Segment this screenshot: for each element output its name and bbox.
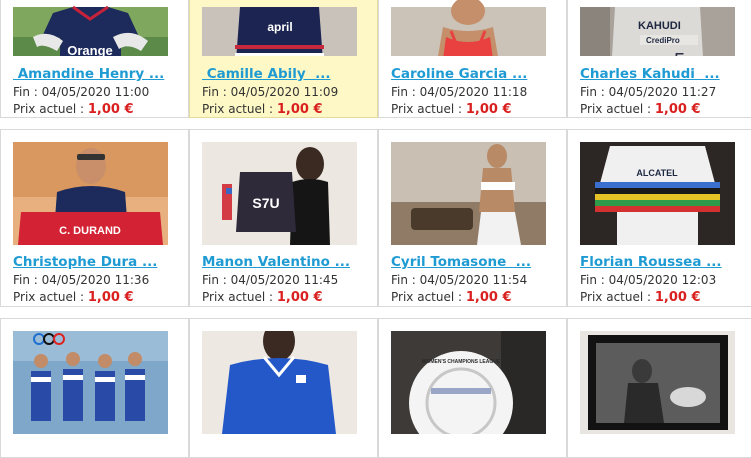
end-value: 04/05/2020 11:27: [608, 85, 717, 99]
auction-card[interactable]: C. DURAND Christophe Dura ... Fin : 04/0…: [0, 129, 189, 307]
current-price: Prix actuel : 1,00 €: [580, 290, 701, 305]
end-value: 04/05/2020 11:45: [230, 273, 339, 287]
athlete-photo[interactable]: [391, 0, 546, 56]
end-label: Fin :: [391, 273, 420, 287]
auction-card[interactable]: Orange Amandine Henry ... Fin : 04/05/20…: [0, 0, 189, 118]
end-label: Fin :: [391, 85, 420, 99]
man-with-jersey-photo[interactable]: C. DURAND: [13, 142, 168, 245]
price-label: Prix actuel :: [202, 102, 277, 116]
auction-card[interactable]: Cyril Tomasone ... Fin : 04/05/2020 11:5…: [378, 129, 567, 307]
price-value: 1,00 €: [87, 290, 134, 305]
auction-card[interactable]: Caroline Garcia ... Fin : 04/05/2020 11:…: [378, 0, 567, 118]
current-price: Prix actuel : 1,00 €: [13, 102, 134, 117]
end-label: Fin :: [202, 85, 231, 99]
end-value: 04/05/2020 11:18: [419, 85, 528, 99]
auction-title-link[interactable]: Cyril Tomasone ...: [391, 254, 531, 270]
photo-caption: KAHUDI: [638, 20, 681, 32]
end-date: Fin : 04/05/2020 11:45: [202, 273, 338, 287]
auction-card[interactable]: WOMEN'S CHAMPIONS LEAGUE: [378, 318, 567, 458]
end-value: 04/05/2020 11:00: [41, 85, 150, 99]
cycling-jersey-photo[interactable]: ALCATEL: [580, 142, 735, 245]
auction-card[interactable]: ALCATEL Florian Roussea ... Fin : 04/05/…: [567, 129, 751, 307]
auction-title-link[interactable]: Camille Abily ...: [202, 66, 331, 82]
price-value: 1,00 €: [654, 102, 701, 117]
end-date: Fin : 04/05/2020 11:00: [13, 85, 149, 99]
end-date: Fin : 04/05/2020 12:03: [580, 273, 716, 287]
auction-title-link[interactable]: Florian Roussea ...: [580, 254, 722, 270]
auction-title-link[interactable]: Manon Valentino ...: [202, 254, 350, 270]
price-label: Prix actuel :: [580, 102, 655, 116]
end-date: Fin : 04/05/2020 11:18: [391, 85, 527, 99]
auction-card[interactable]: KAHUDI CrediPro 5 Charles Kahudi ... Fin…: [567, 0, 751, 118]
jersey-photo[interactable]: april: [202, 0, 357, 56]
end-value: 04/05/2020 11:54: [419, 273, 528, 287]
photo-caption: april: [267, 20, 292, 34]
end-label: Fin :: [13, 85, 42, 99]
photo-caption: C. DURAND: [59, 225, 121, 237]
photo-caption: Orange: [67, 43, 113, 56]
auction-card[interactable]: [0, 318, 189, 458]
current-price: Prix actuel : 1,00 €: [391, 290, 512, 305]
price-value: 1,00 €: [465, 290, 512, 305]
woman-with-jersey-photo[interactable]: S7U: [202, 142, 357, 245]
end-label: Fin :: [13, 273, 42, 287]
end-date: Fin : 04/05/2020 11:36: [13, 273, 149, 287]
framed-rugby-photo[interactable]: [580, 331, 735, 434]
price-value: 1,00 €: [276, 290, 323, 305]
auction-card[interactable]: [567, 318, 751, 458]
basketball-jersey-photo[interactable]: KAHUDI CrediPro 5: [580, 0, 735, 56]
svg-text:CrediPro: CrediPro: [646, 36, 680, 45]
french-jersey-photo[interactable]: [202, 331, 357, 434]
price-label: Prix actuel :: [391, 290, 466, 304]
price-value: 1,00 €: [654, 290, 701, 305]
price-label: Prix actuel :: [13, 102, 88, 116]
auction-card[interactable]: april Camille Abily ... Fin : 04/05/2020…: [189, 0, 378, 118]
price-label: Prix actuel :: [391, 102, 466, 116]
football-photo[interactable]: WOMEN'S CHAMPIONS LEAGUE: [391, 331, 546, 434]
photo-caption: WOMEN'S CHAMPIONS LEAGUE: [422, 359, 501, 365]
price-label: Prix actuel :: [13, 290, 88, 304]
gymnast-photo[interactable]: [391, 142, 546, 245]
photo-caption: S7U: [252, 195, 279, 211]
photo-caption: ALCATEL: [636, 168, 678, 178]
end-date: Fin : 04/05/2020 11:09: [202, 85, 338, 99]
end-label: Fin :: [580, 85, 609, 99]
current-price: Prix actuel : 1,00 €: [580, 102, 701, 117]
rowing-team-photo[interactable]: [13, 331, 168, 434]
auction-grid: Orange Amandine Henry ... Fin : 04/05/20…: [0, 0, 751, 458]
current-price: Prix actuel : 1,00 €: [391, 102, 512, 117]
end-value: 04/05/2020 12:03: [608, 273, 717, 287]
end-date: Fin : 04/05/2020 11:27: [580, 85, 716, 99]
price-label: Prix actuel :: [202, 290, 277, 304]
auction-title-link[interactable]: Charles Kahudi ...: [580, 66, 720, 82]
auction-title-link[interactable]: Caroline Garcia ...: [391, 66, 527, 82]
current-price: Prix actuel : 1,00 €: [202, 290, 323, 305]
price-value: 1,00 €: [276, 102, 323, 117]
price-label: Prix actuel :: [580, 290, 655, 304]
end-value: 04/05/2020 11:36: [41, 273, 150, 287]
current-price: Prix actuel : 1,00 €: [202, 102, 323, 117]
auction-title-link[interactable]: Christophe Dura ...: [13, 254, 157, 270]
auction-card[interactable]: [189, 318, 378, 458]
end-label: Fin :: [580, 273, 609, 287]
svg-text:5: 5: [674, 50, 685, 56]
price-value: 1,00 €: [87, 102, 134, 117]
end-value: 04/05/2020 11:09: [230, 85, 339, 99]
end-date: Fin : 04/05/2020 11:54: [391, 273, 527, 287]
auction-title-link[interactable]: Amandine Henry ...: [13, 66, 165, 82]
rugby-jersey-photo[interactable]: Orange: [13, 0, 168, 56]
end-label: Fin :: [202, 273, 231, 287]
price-value: 1,00 €: [465, 102, 512, 117]
auction-card[interactable]: S7U Manon Valentino ... Fin : 04/05/2020…: [189, 129, 378, 307]
current-price: Prix actuel : 1,00 €: [13, 290, 134, 305]
